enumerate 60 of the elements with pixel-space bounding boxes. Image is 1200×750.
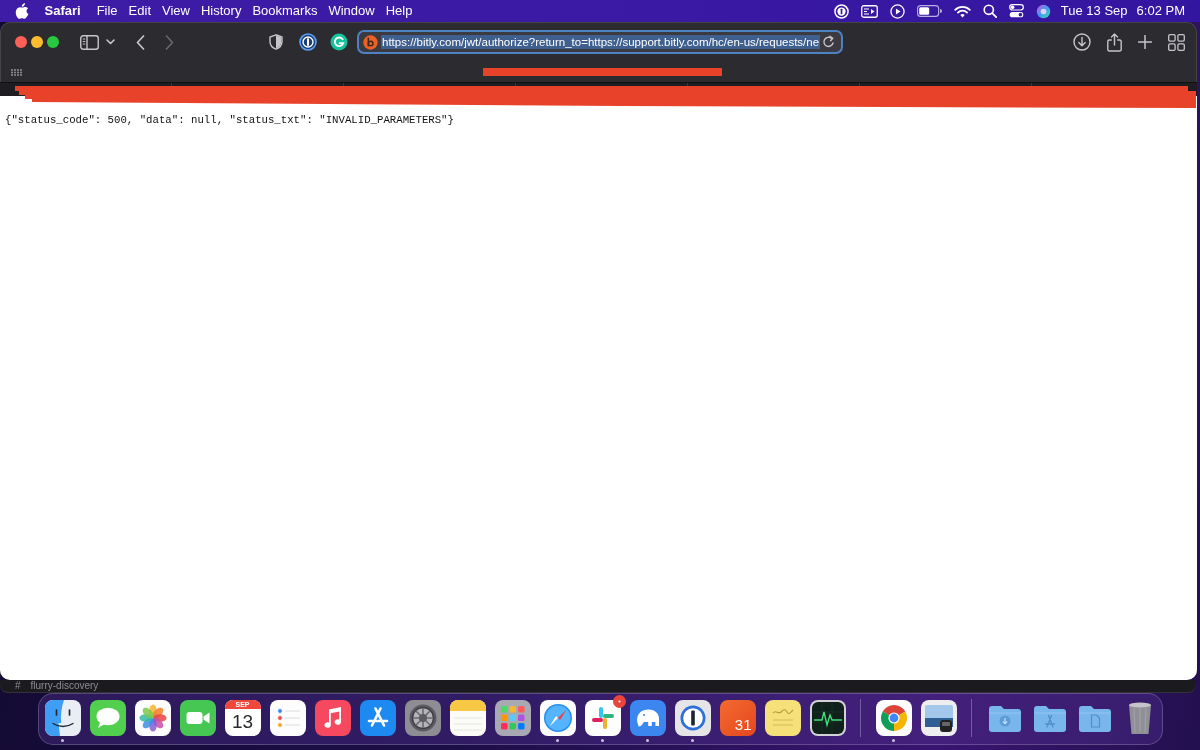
g-circle-icon[interactable] <box>330 33 348 51</box>
letter-a-icon[interactable] <box>359 700 396 736</box>
menu-item[interactable]: File <box>91 2 124 20</box>
toggle-switches-icon[interactable] <box>1008 4 1024 18</box>
flower-icon[interactable] <box>134 700 171 736</box>
address-bar[interactable]: https://bitly.com/jwt/authorize?return_to=https://support.bitly.com/hc/en-us/requests/ne <box>357 30 843 54</box>
download-icon[interactable] <box>1073 33 1091 51</box>
shield-icon[interactable] <box>269 34 283 50</box>
elephant-icon[interactable] <box>629 700 666 736</box>
battery-icon[interactable] <box>916 5 942 17</box>
zoom-button[interactable] <box>47 36 59 48</box>
wifi-icon[interactable] <box>953 4 971 18</box>
minimize-button[interactable] <box>31 36 43 48</box>
menu-item[interactable]: View <box>156 2 196 20</box>
photo-icon[interactable] <box>920 700 957 736</box>
apple-icon[interactable] <box>15 3 29 19</box>
smiling-face-icon[interactable] <box>44 700 81 736</box>
speech-bubble-icon[interactable] <box>89 700 126 736</box>
gear-icon[interactable] <box>404 700 441 736</box>
calendar-icon[interactable]: 31 <box>719 700 756 736</box>
music-note-icon[interactable] <box>314 700 351 736</box>
pinwheel-icon[interactable] <box>584 700 621 736</box>
channel-name: flurry-discovery <box>30 680 99 692</box>
menu-item[interactable]: Bookmarks <box>246 2 323 20</box>
menu-bar-clock[interactable]: 6:02 PM <box>1136 2 1185 20</box>
screen-icon[interactable] <box>860 4 878 18</box>
play-icon[interactable] <box>889 3 905 19</box>
notepad-icon[interactable] <box>449 700 486 736</box>
orb-icon[interactable] <box>1035 3 1051 19</box>
channel-hash: # <box>15 680 21 692</box>
calendar-day: 31 <box>734 717 752 733</box>
calendar-day: 13 <box>231 709 254 735</box>
close-button[interactable] <box>15 36 27 48</box>
color-wheel-icon[interactable] <box>875 700 912 736</box>
menu-item[interactable]: Edit <box>123 2 157 20</box>
compass-icon[interactable] <box>539 700 576 736</box>
letter-b-icon <box>363 34 378 50</box>
search-icon[interactable] <box>982 4 997 18</box>
reload-icon[interactable] <box>822 35 835 49</box>
checklist-icon[interactable] <box>269 700 306 736</box>
url-text: https://bitly.com/jwt/authorize?return_to=https://support.bitly.com/hc/en-us/requests/ne <box>381 35 821 49</box>
heartbeat-monitor-icon[interactable] <box>809 700 846 736</box>
menu-item[interactable]: Window <box>322 2 381 20</box>
json-response-text: {"status_code": 500, "data": null, "status_txt": "INVALID_PARAMETERS"} <box>5 114 454 127</box>
app-menu[interactable]: Safari <box>39 2 87 20</box>
dot-grid-icon[interactable] <box>11 68 22 76</box>
plus-icon[interactable] <box>1138 35 1152 49</box>
keyhole-icon[interactable] <box>299 33 317 51</box>
video-camera-icon[interactable] <box>179 700 216 736</box>
menu-item[interactable]: History <box>195 2 247 20</box>
sticky-note-icon[interactable] <box>764 700 801 736</box>
grid-icon[interactable] <box>1168 33 1185 51</box>
app-grid-icon[interactable] <box>494 700 531 736</box>
sidebar-icon[interactable] <box>80 34 99 50</box>
chevron-left-icon[interactable] <box>136 34 145 50</box>
caret-icon[interactable] <box>106 39 115 45</box>
menu-bar-date[interactable]: Tue 13 Sep <box>1060 2 1128 20</box>
menu-item[interactable]: Help <box>380 2 418 20</box>
share-icon[interactable] <box>1107 32 1122 52</box>
keyhole-icon[interactable] <box>674 700 711 736</box>
